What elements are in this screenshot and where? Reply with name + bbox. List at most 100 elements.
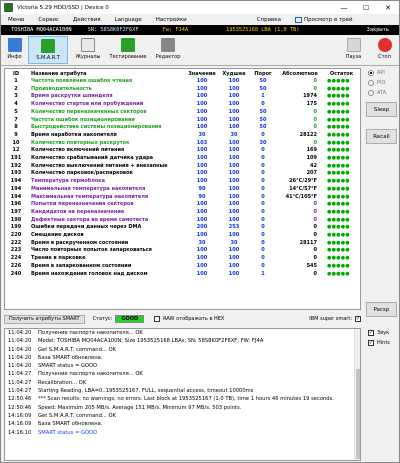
smart-row-id: 198	[10, 216, 22, 223]
smart-row[interactable]: 220 Смещение дисков 100 100 0 0 ●●●●●	[5, 232, 360, 240]
ibm-super-smart-checkbox[interactable]: IBM super smart: ✓	[309, 316, 361, 322]
smart-icon	[41, 39, 55, 53]
drive-bar[interactable]: TOSHIBA MQ04ACA100N SN: 58S8K0F2F6XF Fw:…	[1, 25, 399, 35]
smart-status-bar: Получить атрибуты SMART Статус: GOOD RAW…	[4, 314, 361, 324]
col-worst[interactable]: Худшее	[219, 69, 249, 78]
info-tab[interactable]: Инфо	[1, 36, 28, 64]
col-name[interactable]: Название атрибута	[27, 69, 185, 78]
smart-row-name: Частота появления ошибок чтения	[31, 78, 133, 84]
smart-row[interactable]: 226 Время в запаркованном состоянии 100 100…	[5, 263, 360, 271]
menu-service[interactable]: Сервис	[31, 17, 66, 23]
log-time: 14:16:09	[8, 412, 32, 419]
smart-row[interactable]: 196 Попытки переназначения секторов 100 100…	[5, 201, 360, 209]
smart-row-worst: 100	[228, 78, 240, 84]
radio-pio[interactable]: PIO	[364, 78, 399, 88]
smart-row[interactable]: 8 Быстродействие системы позиционирования…	[5, 124, 360, 132]
col-raw[interactable]: Абсолютное	[277, 69, 323, 78]
sound-checkbox[interactable]: ✓ Звук	[364, 328, 399, 338]
smart-row[interactable]: 192 Количество выключений питания + внеза…	[5, 163, 360, 171]
smart-row-worst: 100	[228, 208, 240, 215]
log-line: 14:16:09 База SMART обновлена.	[5, 420, 360, 428]
smart-row-worst: 100	[228, 232, 240, 239]
maximize-button[interactable]: ☐	[355, 1, 377, 14]
col-id[interactable]: ID	[5, 69, 27, 78]
col-threshold[interactable]: Порог	[249, 69, 277, 78]
smart-tab[interactable]: S.M.A.R.T	[28, 36, 68, 64]
smart-row[interactable]: 3 Время раскрутки шпинделя 100 100 1 1974 ●●●●…	[5, 93, 360, 101]
smart-row[interactable]: 10 Количество повторных раскруток 103 100 30…	[5, 140, 360, 148]
menu-actions[interactable]: Действия	[66, 17, 108, 23]
smart-table-panel[interactable]: ID Название атрибута Значение Худшее Пор…	[4, 68, 361, 310]
smart-row[interactable]: 197 Кандидатов на переназначение 100 100 0 0 ●…	[5, 209, 360, 217]
tray-button[interactable]: Просмотр в трей	[288, 16, 360, 23]
testing-tab[interactable]: Тестирование	[108, 36, 148, 64]
smart-row[interactable]: 199 Ошибки передачи данных через DMA 200 25…	[5, 224, 360, 232]
menu-settings[interactable]: Настройки	[149, 17, 194, 23]
smart-row-worst: 100	[228, 139, 240, 146]
log-line: 14:16:09 Get S.M.A.R.T. command... OK	[5, 412, 360, 420]
smart-row-id: 220	[10, 232, 22, 239]
pause-button[interactable]: Пауза	[340, 36, 367, 64]
pasp-button[interactable]: Pacsp	[366, 302, 397, 317]
smart-row[interactable]: 222 Время в раскрученном состоянии 30 30 0 28…	[5, 240, 360, 248]
smart-row-name: Число повторных попыток запарковаться	[31, 247, 152, 254]
smart-tab-label: S.M.A.R.T	[36, 55, 60, 61]
drive-close-button[interactable]: Закрыть	[363, 27, 393, 33]
col-rest[interactable]: Остаток	[323, 69, 360, 78]
radio-api[interactable]: API	[364, 68, 399, 78]
menu-help[interactable]: Справка	[250, 17, 288, 23]
smart-row-worst: 100	[228, 147, 240, 154]
smart-row[interactable]: 194 Температура гермоблока 100 100 0 26°C/29°…	[5, 178, 360, 186]
hints-checkbox[interactable]: ✓ Hints	[364, 338, 399, 348]
log-time: 11:04:27	[8, 388, 32, 395]
smart-row[interactable]: 5 Количество переназначенных секторов 100 1…	[5, 109, 360, 117]
editor-tab[interactable]: Редактор	[148, 36, 188, 64]
smart-row-name: Попытки переназначения секторов	[31, 201, 134, 208]
log-scrollbar[interactable]	[354, 329, 360, 460]
col-value[interactable]: Значение	[185, 69, 219, 78]
close-button[interactable]: ✕	[377, 1, 399, 14]
menu-language[interactable]: Language	[108, 17, 149, 23]
raw-hex-checkbox[interactable]: RAW отображать в HEX	[154, 316, 224, 322]
sleep-button[interactable]: Sleep	[366, 102, 397, 117]
journals-tab[interactable]: Журналы	[68, 36, 108, 64]
smart-row[interactable]: 1 Частота появления ошибок чтения 100 100 50…	[5, 78, 360, 86]
smart-row[interactable]: 4 Количество стартов или пробуждений 100 10…	[5, 101, 360, 109]
smart-row-value: 200	[196, 224, 208, 231]
smart-row-threshold: 0	[261, 239, 265, 246]
smart-row[interactable]: 7 Частота ошибок позиционирования 100 100 50…	[5, 117, 360, 125]
scroll-thumb[interactable]	[356, 369, 360, 459]
smart-row[interactable]: 198 Дефектные сектора во время самотеста 1…	[5, 217, 360, 225]
smart-row-worst: 100	[228, 216, 240, 223]
minimize-button[interactable]: —	[333, 1, 355, 14]
smart-row[interactable]: 191 Количество срабатываний датчика удара…	[5, 155, 360, 163]
smart-row[interactable]: 224 Трение в парковке 100 100 0 0 ●●●●●	[5, 255, 360, 263]
editor-tab-label: Редактор	[155, 54, 181, 60]
smart-row-threshold: 0	[261, 255, 265, 262]
smart-row[interactable]: 240 Время нахождения головок над диском 10…	[5, 271, 360, 279]
smart-row[interactable]: 9 Время наработки накопителя 30 30 0 28122 ●●●…	[5, 132, 360, 140]
smart-row[interactable]: 193 Количество парковок/распарковок 100 100…	[5, 170, 360, 178]
smart-row[interactable]: 2 Производительность 100 100 50 0 ●●●●●	[5, 86, 360, 94]
stop-button[interactable]: Стоп	[371, 36, 398, 64]
smart-row-id: 222	[10, 239, 22, 246]
log-line: 12:50:46 Speed: Maximum 205 MB/s. Average…	[5, 404, 360, 412]
smart-row[interactable]: 194 Максимальная температура накопителя 90…	[5, 194, 360, 202]
menu-main[interactable]: Меню	[1, 17, 31, 23]
smart-row-name: Количество повторных раскруток	[31, 139, 130, 146]
radio-ata[interactable]: ATA	[364, 88, 399, 98]
log-line: 11:04:27 Получение паспорта накопителя...…	[5, 370, 360, 378]
get-smart-button[interactable]: Получить атрибуты SMART	[4, 314, 85, 324]
drive-model: TOSHIBA MQ04ACA100N	[11, 27, 72, 33]
smart-row[interactable]: 223 Число повторных попыток запарковаться…	[5, 247, 360, 255]
recall-button[interactable]: Recall	[366, 129, 397, 144]
smart-row-rest: ●●●●●	[327, 232, 350, 239]
smart-row[interactable]: 194 Минимальная температура накопителя 90 1…	[5, 186, 360, 194]
log-time: 14:16:10	[8, 429, 32, 436]
smart-row-threshold: 1	[261, 270, 265, 277]
smart-row-worst: 100	[228, 155, 240, 162]
log-time: 11:04:20	[8, 338, 32, 345]
smart-row[interactable]: 12 Количество включений питания 100 100 0 169…	[5, 147, 360, 155]
log-message: Get S.M.A.R.T. command... OK	[38, 346, 116, 353]
log-panel[interactable]: 11:04:20 Получение паспорта накопителя...…	[4, 328, 361, 461]
